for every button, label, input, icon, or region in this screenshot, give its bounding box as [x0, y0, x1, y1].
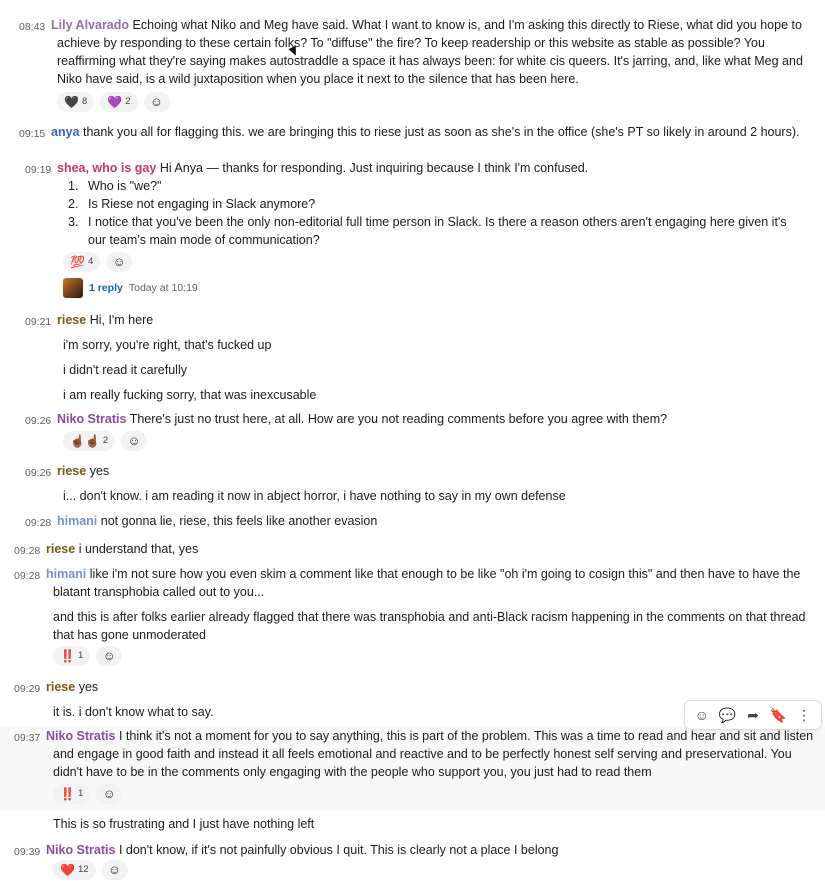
message-himani: 09:28 himani like i'm not sure how you e…: [0, 565, 825, 670]
reaction-double-exclamation[interactable]: ‼️ 1: [53, 646, 91, 666]
thread-last-reply-time: Today at 10:19: [128, 282, 198, 294]
message-text: i understand that, yes: [78, 542, 199, 556]
message-text: I think it's not a moment for you to say…: [53, 729, 814, 779]
author-name[interactable]: riese: [57, 313, 86, 327]
numbered-list: 1. Who is "we?" 2. Is Riese not engaging i…: [68, 177, 798, 249]
message-body: Niko Stratis I don't know, if it's not p…: [46, 841, 816, 859]
message-text: yes: [78, 680, 99, 694]
message-body: riese yes: [57, 462, 817, 480]
add-reaction-icon: ☺: [102, 787, 116, 801]
message-shea: 09:19 shea, who is gay Hi Anya — thanks …: [0, 159, 825, 299]
message-anya: 09:15 anya thank you all for flagging th…: [0, 123, 825, 145]
add-reaction-button[interactable]: ☺: [121, 431, 148, 451]
message-text: yes: [89, 464, 110, 478]
message-body: riese i understand that, yes: [46, 540, 816, 558]
message-continuation: i'm sorry, you're right, that's fucked u…: [63, 338, 272, 352]
reaction-black-heart[interactable]: 🖤 8: [57, 92, 95, 112]
message-body: shea, who is gay Hi Anya — thanks for re…: [57, 159, 817, 177]
more-actions-icon[interactable]: ⋮: [793, 704, 815, 726]
author-name[interactable]: anya: [51, 125, 80, 139]
message-niko-stratis: 09:26 Niko Stratis There's just no trust…: [0, 410, 825, 452]
message-text: Hi Anya — thanks for responding. Just in…: [159, 161, 589, 175]
message-text: There's just no trust here, at all. How …: [129, 412, 668, 426]
author-name[interactable]: Niko Stratis: [46, 729, 115, 743]
list-item: 3. I notice that you've been the only non…: [68, 215, 787, 247]
reaction-bar: ❤️ 12 ☺: [53, 860, 128, 880]
message-body: himani not gonna lie, riese, this feels …: [57, 512, 817, 530]
add-reaction-icon: ☺: [150, 95, 163, 109]
message-body: Niko Stratis There's just no trust here,…: [57, 410, 817, 428]
reaction-hundred[interactable]: 💯 4: [63, 252, 101, 272]
message-continuation: This is so frustrating and I just have n…: [53, 817, 315, 831]
reaction-bar: 🖤 8 💜 2 ☺: [57, 92, 170, 112]
add-reaction-icon[interactable]: ☺: [691, 704, 713, 726]
bookmark-icon[interactable]: 🔖: [768, 704, 790, 726]
thread-summary[interactable]: 1 reply Today at 10:19: [63, 278, 198, 298]
author-name[interactable]: himani: [46, 567, 86, 581]
message-himani: 09:28 himani not gonna lie, riese, this …: [0, 512, 825, 534]
reply-in-thread-icon[interactable]: 💬: [716, 704, 738, 726]
list-item: 2. Is Riese not engaging in Slack anymore…: [68, 197, 316, 211]
author-name[interactable]: riese: [46, 542, 75, 556]
message-body: Lily Alvarado Echoing what Niko and Meg …: [51, 16, 821, 88]
author-name[interactable]: riese: [57, 464, 86, 478]
reaction-bar: ‼️ 1 ☺: [53, 646, 123, 666]
message-text: Echoing what Niko and Meg have said. Wha…: [57, 18, 803, 86]
add-reaction-button[interactable]: ☺: [101, 860, 128, 880]
message-continuation: i didn't read it carefully: [63, 363, 187, 377]
add-reaction-button[interactable]: ☺: [96, 784, 123, 804]
message-continuation: i am really fucking sorry, that was inex…: [63, 388, 317, 402]
reaction-bar: ‼️ 1 ☺: [53, 784, 123, 804]
reaction-red-heart[interactable]: ❤️ 12: [53, 860, 96, 880]
message-text: I don't know, if it's not painfully obvi…: [118, 843, 559, 857]
message-riese: 09:21 riese Hi, I'm here i'm sorry, you'…: [0, 311, 825, 402]
add-reaction-icon: ☺: [112, 255, 126, 269]
add-reaction-icon: ☺: [127, 434, 141, 448]
message-body: Niko Stratis I think it's not a moment f…: [46, 727, 821, 781]
message-text: like i'm not sure how you even skim a co…: [53, 567, 801, 599]
thread-reply-count[interactable]: 1 reply: [89, 279, 123, 297]
add-reaction-button[interactable]: ☺: [96, 646, 123, 666]
message-niko-stratis: 09:39 Niko Stratis I don't know, if it's…: [0, 841, 825, 887]
share-icon[interactable]: ➦: [742, 704, 764, 726]
message-riese: 09:28 riese i understand that, yes: [0, 540, 825, 562]
author-name[interactable]: himani: [57, 514, 97, 528]
message-body: anya thank you all for flagging this. we…: [51, 123, 821, 141]
message-body: riese yes: [46, 678, 816, 696]
author-name[interactable]: riese: [46, 680, 75, 694]
message-body: himani like i'm not sure how you even sk…: [46, 565, 821, 601]
author-name[interactable]: Niko Stratis: [46, 843, 115, 857]
author-name[interactable]: Niko Stratis: [57, 412, 126, 426]
message-riese: 09:26 riese yes i... don't know. i am re…: [0, 462, 825, 506]
reaction-double-exclamation[interactable]: ‼️ 1: [53, 784, 91, 804]
avatar: [63, 278, 83, 298]
reaction-bar: ☝🏾☝🏾 2 ☺: [63, 431, 148, 451]
message-niko-stratis: 09:37 Niko Stratis I think it's not a mo…: [0, 727, 825, 811]
message-text: thank you all for flagging this. we are …: [82, 125, 800, 139]
author-name[interactable]: shea, who is gay: [57, 161, 156, 175]
reaction-bar: 💯 4 ☺: [63, 252, 133, 272]
reaction-purple-heart[interactable]: 💜 2: [100, 92, 138, 112]
message-actions-toolbar: ☺ 💬 ➦ 🔖 ⋮: [684, 700, 822, 730]
add-reaction-icon: ☺: [102, 649, 116, 663]
message-continuation: it is. i don't know what to say.: [53, 705, 214, 719]
list-item: 1. Who is "we?": [68, 179, 162, 193]
message-text: not gonna lie, riese, this feels like an…: [100, 514, 378, 528]
message-continuation: and this is after folks earlier already …: [53, 610, 806, 642]
message-body: riese Hi, I'm here: [57, 311, 817, 329]
add-reaction-button[interactable]: ☺: [143, 92, 170, 112]
message-lily-alvarado: 08:43 Lily Alvarado Echoing what Niko an…: [0, 16, 825, 114]
reaction-point-up[interactable]: ☝🏾☝🏾 2: [63, 431, 116, 451]
message-text: Hi, I'm here: [89, 313, 154, 327]
author-name[interactable]: Lily Alvarado: [51, 18, 129, 32]
add-reaction-button[interactable]: ☺: [106, 252, 133, 272]
add-reaction-icon: ☺: [108, 863, 121, 877]
message-continuation: i... don't know. i am reading it now in …: [63, 489, 566, 503]
